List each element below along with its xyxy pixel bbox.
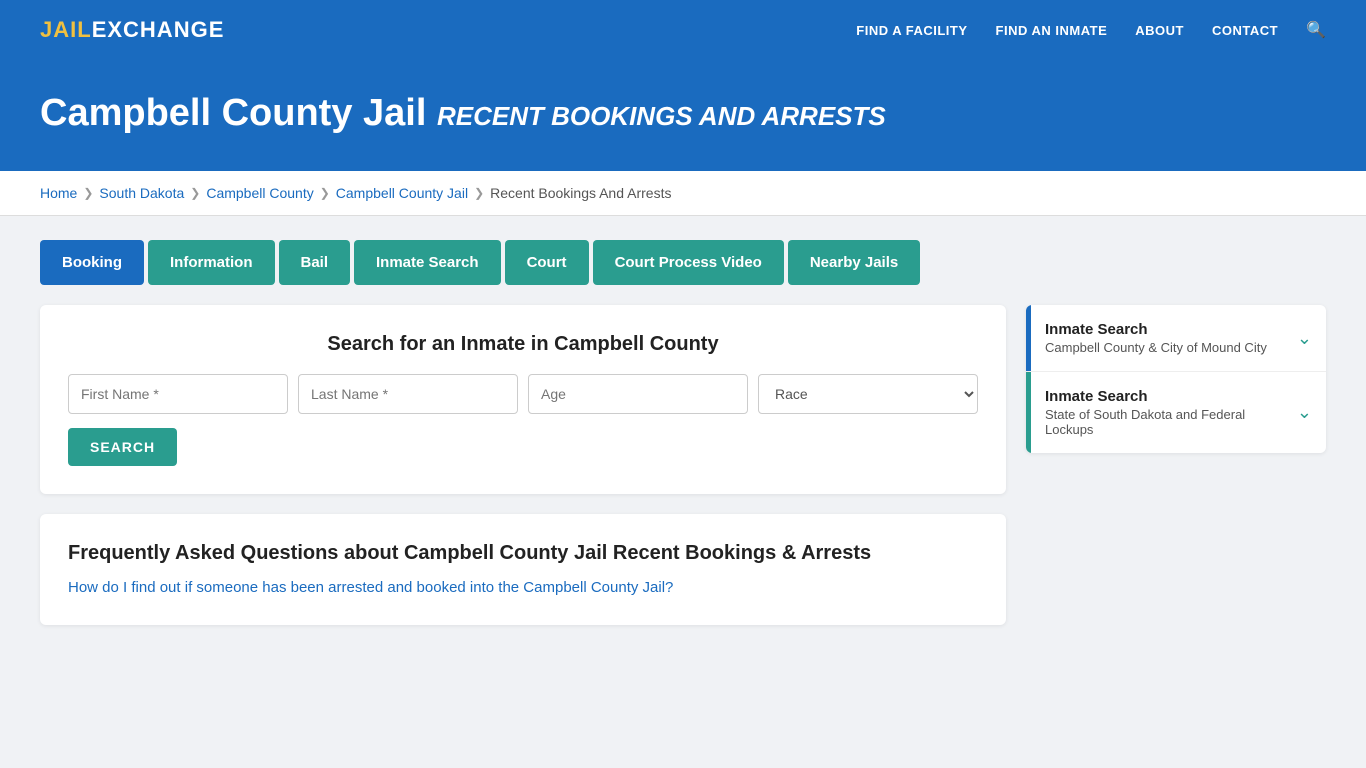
tab-booking[interactable]: Booking xyxy=(40,240,144,285)
tab-information[interactable]: Information xyxy=(148,240,275,285)
breadcrumb-sep-1: ❯ xyxy=(83,186,93,200)
sidebar-item-2[interactable]: Inmate Search State of South Dakota and … xyxy=(1026,372,1326,453)
breadcrumb-home[interactable]: Home xyxy=(40,185,77,201)
page-title: Campbell County Jail RECENT BOOKINGS AND… xyxy=(40,92,1326,135)
age-input[interactable] xyxy=(528,374,748,414)
first-name-input[interactable] xyxy=(68,374,288,414)
breadcrumb: Home ❯ South Dakota ❯ Campbell County ❯ … xyxy=(40,185,1326,201)
logo-jail: JAIL xyxy=(40,17,92,42)
race-select[interactable]: Race White Black Hispanic Asian Other xyxy=(758,374,978,414)
nav-find-facility[interactable]: FIND A FACILITY xyxy=(856,23,967,38)
hero-section: Campbell County Jail RECENT BOOKINGS AND… xyxy=(0,60,1366,171)
content-row: Search for an Inmate in Campbell County … xyxy=(40,305,1326,625)
tab-bar: Booking Information Bail Inmate Search C… xyxy=(40,240,1326,285)
breadcrumb-current: Recent Bookings And Arrests xyxy=(490,185,671,201)
search-card: Search for an Inmate in Campbell County … xyxy=(40,305,1006,494)
tab-inmate-search[interactable]: Inmate Search xyxy=(354,240,501,285)
breadcrumb-ccj[interactable]: Campbell County Jail xyxy=(336,185,468,201)
breadcrumb-bar: Home ❯ South Dakota ❯ Campbell County ❯ … xyxy=(0,171,1366,216)
nav-find-inmate[interactable]: FIND AN INMATE xyxy=(996,23,1108,38)
sidebar-title-1: Inmate Search xyxy=(1045,321,1283,338)
search-button[interactable]: SEARCH xyxy=(68,428,177,466)
breadcrumb-sep-4: ❯ xyxy=(474,186,484,200)
sidebar-content-2: Inmate Search State of South Dakota and … xyxy=(1031,372,1297,453)
breadcrumb-sep-2: ❯ xyxy=(190,186,200,200)
tab-nearby-jails[interactable]: Nearby Jails xyxy=(788,240,920,285)
faq-heading: Frequently Asked Questions about Campbel… xyxy=(68,542,978,565)
breadcrumb-cc[interactable]: Campbell County xyxy=(206,185,313,201)
faq-link-1[interactable]: How do I find out if someone has been ar… xyxy=(68,579,673,596)
faq-card: Frequently Asked Questions about Campbel… xyxy=(40,514,1006,625)
sidebar-content-1: Inmate Search Campbell County & City of … xyxy=(1031,305,1297,371)
nav-about[interactable]: ABOUT xyxy=(1135,23,1184,38)
search-title: Search for an Inmate in Campbell County xyxy=(68,333,978,356)
left-column: Search for an Inmate in Campbell County … xyxy=(40,305,1006,625)
breadcrumb-sd[interactable]: South Dakota xyxy=(99,185,184,201)
chevron-down-icon-1: ⌄ xyxy=(1297,305,1326,371)
chevron-down-icon-2: ⌄ xyxy=(1297,372,1326,453)
sidebar-item-1[interactable]: Inmate Search Campbell County & City of … xyxy=(1026,305,1326,372)
sidebar-card: Inmate Search Campbell County & City of … xyxy=(1026,305,1326,453)
tab-court[interactable]: Court xyxy=(505,240,589,285)
tab-court-process-video[interactable]: Court Process Video xyxy=(593,240,784,285)
nav-contact[interactable]: CONTACT xyxy=(1212,23,1278,38)
last-name-input[interactable] xyxy=(298,374,518,414)
search-icon[interactable]: 🔍 xyxy=(1306,20,1326,40)
tab-bail[interactable]: Bail xyxy=(279,240,351,285)
search-fields: Race White Black Hispanic Asian Other xyxy=(68,374,978,414)
sidebar-subtitle-1: Campbell County & City of Mound City xyxy=(1045,340,1283,355)
main-content: Booking Information Bail Inmate Search C… xyxy=(0,216,1366,649)
hero-title: Campbell County Jail xyxy=(40,92,426,134)
logo[interactable]: JAILEXCHANGE xyxy=(40,17,224,43)
hero-subtitle: RECENT BOOKINGS AND ARRESTS xyxy=(437,101,886,131)
sidebar-subtitle-2: State of South Dakota and Federal Lockup… xyxy=(1045,407,1283,437)
sidebar-title-2: Inmate Search xyxy=(1045,388,1283,405)
logo-exchange: EXCHANGE xyxy=(92,17,225,42)
sidebar: Inmate Search Campbell County & City of … xyxy=(1026,305,1326,453)
header: JAILEXCHANGE FIND A FACILITY FIND AN INM… xyxy=(0,0,1366,60)
breadcrumb-sep-3: ❯ xyxy=(320,186,330,200)
main-nav: FIND A FACILITY FIND AN INMATE ABOUT CON… xyxy=(856,20,1326,40)
